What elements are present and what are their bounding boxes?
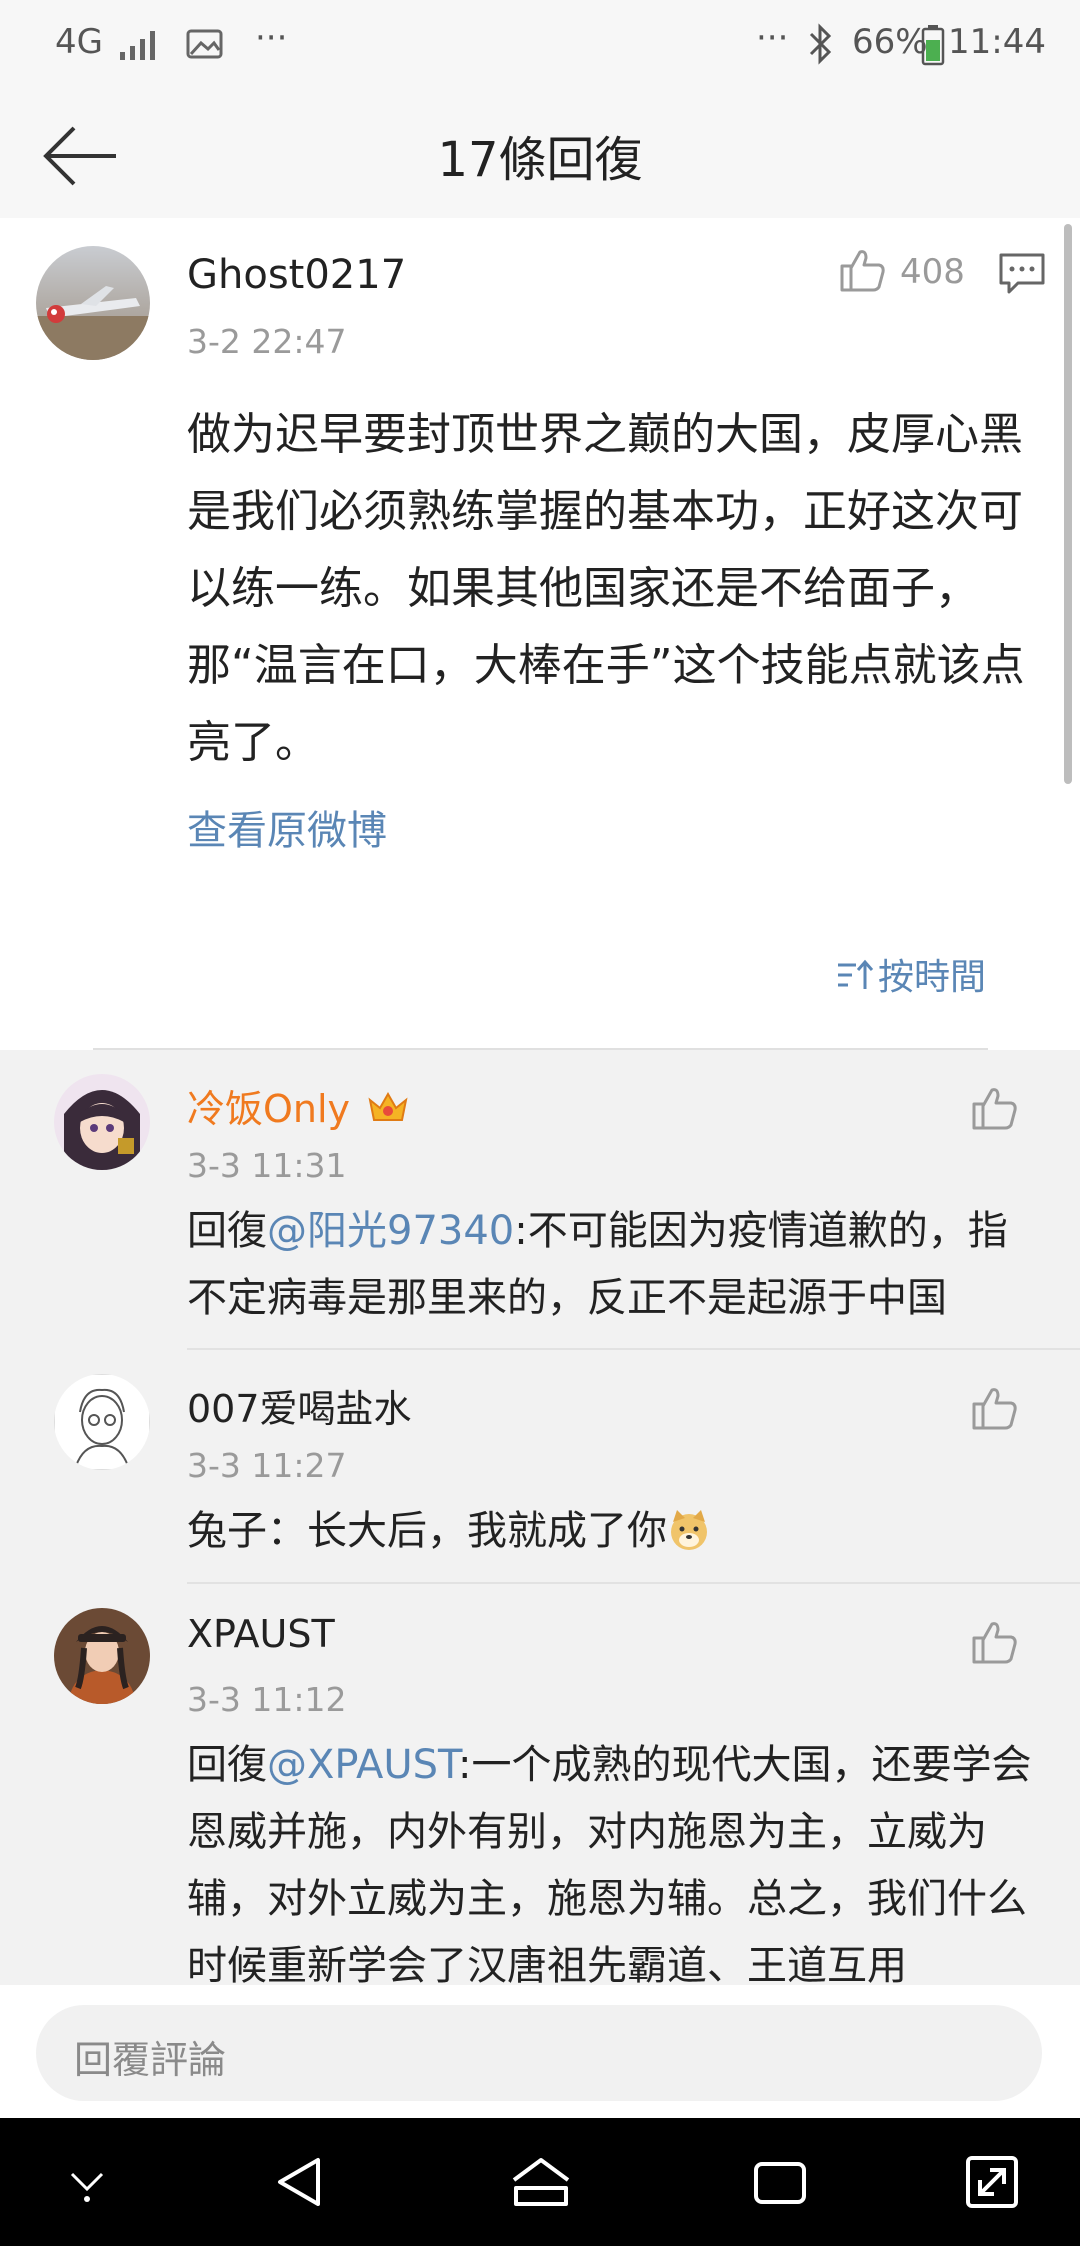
reply-body: 兔子：长大后，我就成了你 xyxy=(187,1508,667,1554)
timestamp: 3-3 11:27 xyxy=(187,1446,347,1485)
sort-icon xyxy=(838,959,874,989)
page-title: 17條回復 xyxy=(437,132,643,188)
recent-apps-icon[interactable] xyxy=(752,2158,808,2208)
reply-text: 回復@阳光97340:不可能因为疫情道歉的，指不定病毒是那里来的，反正不是起源于… xyxy=(187,1198,1047,1332)
thumbs-up-icon xyxy=(840,250,885,292)
signal-icon xyxy=(120,31,155,60)
image-icon xyxy=(186,29,223,59)
home-nav-icon[interactable] xyxy=(510,2154,572,2210)
thumbs-up-icon xyxy=(972,1088,1017,1130)
network-indicator: 4G xyxy=(55,22,103,62)
header: 17條回復 xyxy=(0,90,1080,220)
sort-label: 按時間 xyxy=(878,957,987,998)
reply-item: 007爱喝盐水 3-3 11:27 兔子：长大后，我就成了你 xyxy=(0,1350,1080,1584)
like-button[interactable] xyxy=(970,1384,1020,1434)
more-notifications-right: ··· xyxy=(756,18,789,58)
doge-emoji-icon xyxy=(671,1510,707,1550)
reply-item: 冷饭Only 3-3 11:31 回復@阳光97340:不可能因为疫情道歉的，指… xyxy=(0,1050,1080,1350)
timestamp: 3-3 11:31 xyxy=(187,1146,347,1185)
status-bar: 4G ··· ··· 66% 11:44 xyxy=(0,0,1080,90)
username-text: 冷饭Only xyxy=(187,1087,351,1131)
sort-button[interactable]: 按時間 xyxy=(836,948,986,1000)
reply-prefix: 回復 xyxy=(187,1742,267,1788)
like-button[interactable] xyxy=(970,1084,1020,1134)
reply-input-bar: 回覆評論 xyxy=(0,1985,1080,2118)
back-nav-icon[interactable] xyxy=(272,2154,328,2210)
avatar[interactable] xyxy=(36,246,150,360)
battery-icon xyxy=(921,25,945,66)
timestamp: 3-3 11:12 xyxy=(187,1680,347,1719)
username[interactable]: XPAUST xyxy=(187,1612,335,1656)
like-button[interactable] xyxy=(838,246,886,294)
avatar[interactable] xyxy=(54,1074,150,1170)
avatar-image xyxy=(36,246,150,360)
avatar-image xyxy=(54,1374,150,1470)
reply-input[interactable]: 回覆評論 xyxy=(36,2005,1042,2101)
avatar[interactable] xyxy=(54,1374,150,1470)
scrollbar[interactable] xyxy=(1064,224,1072,784)
comment-button[interactable] xyxy=(998,252,1046,296)
timestamp: 3-2 22:47 xyxy=(187,322,347,361)
main-comment: Ghost0217 3-2 22:47 408 做为迟早要封顶世界之巅的大国，皮… xyxy=(0,218,1080,1050)
clock: 11:44 xyxy=(948,22,1046,62)
thumbs-up-icon xyxy=(972,1622,1017,1664)
like-count: 408 xyxy=(900,252,965,292)
username[interactable]: Ghost0217 xyxy=(187,252,406,298)
bluetooth-icon xyxy=(809,23,832,65)
reply-list: 冷饭Only 3-3 11:31 回復@阳光97340:不可能因为疫情道歉的，指… xyxy=(0,1050,1080,1985)
rotate-screen-icon[interactable] xyxy=(962,2152,1022,2212)
battery-percent: 66% xyxy=(852,22,928,62)
more-notifications: ··· xyxy=(255,18,288,58)
reply-text: 回復@XPAUST:一个成熟的现代大国，还要学会恩威并施，内外有别，对内施恩为主… xyxy=(187,1732,1047,1985)
avatar-image xyxy=(54,1608,150,1704)
view-original-link[interactable]: 查看原微博 xyxy=(187,798,387,856)
crown-vip-icon xyxy=(368,1091,408,1121)
mention-link[interactable]: @阳光97340 xyxy=(267,1208,514,1254)
avatar-image xyxy=(54,1074,150,1170)
reply-text: 兔子：长大后，我就成了你 xyxy=(187,1498,1047,1565)
comment-text: 做为迟早要封顶世界之巅的大国，皮厚心黑是我们必须熟练掌握的基本功，正好这次可以练… xyxy=(187,409,1025,768)
reply-prefix: 回復 xyxy=(187,1208,267,1254)
username[interactable]: 冷饭Only xyxy=(187,1078,410,1133)
reply-input-placeholder: 回覆評論 xyxy=(74,2038,227,2082)
like-button[interactable] xyxy=(970,1618,1020,1668)
hide-keyboard-icon[interactable] xyxy=(62,2164,112,2204)
thumbs-up-icon xyxy=(972,1388,1017,1430)
comment-icon xyxy=(999,253,1045,294)
avatar[interactable] xyxy=(54,1608,150,1704)
system-nav-bar xyxy=(0,2118,1080,2246)
reply-item: XPAUST 3-3 11:12 回復@XPAUST:一个成熟的现代大国，还要学… xyxy=(0,1584,1080,1985)
username[interactable]: 007爱喝盐水 xyxy=(187,1378,412,1433)
mention-link[interactable]: @XPAUST xyxy=(267,1742,458,1788)
